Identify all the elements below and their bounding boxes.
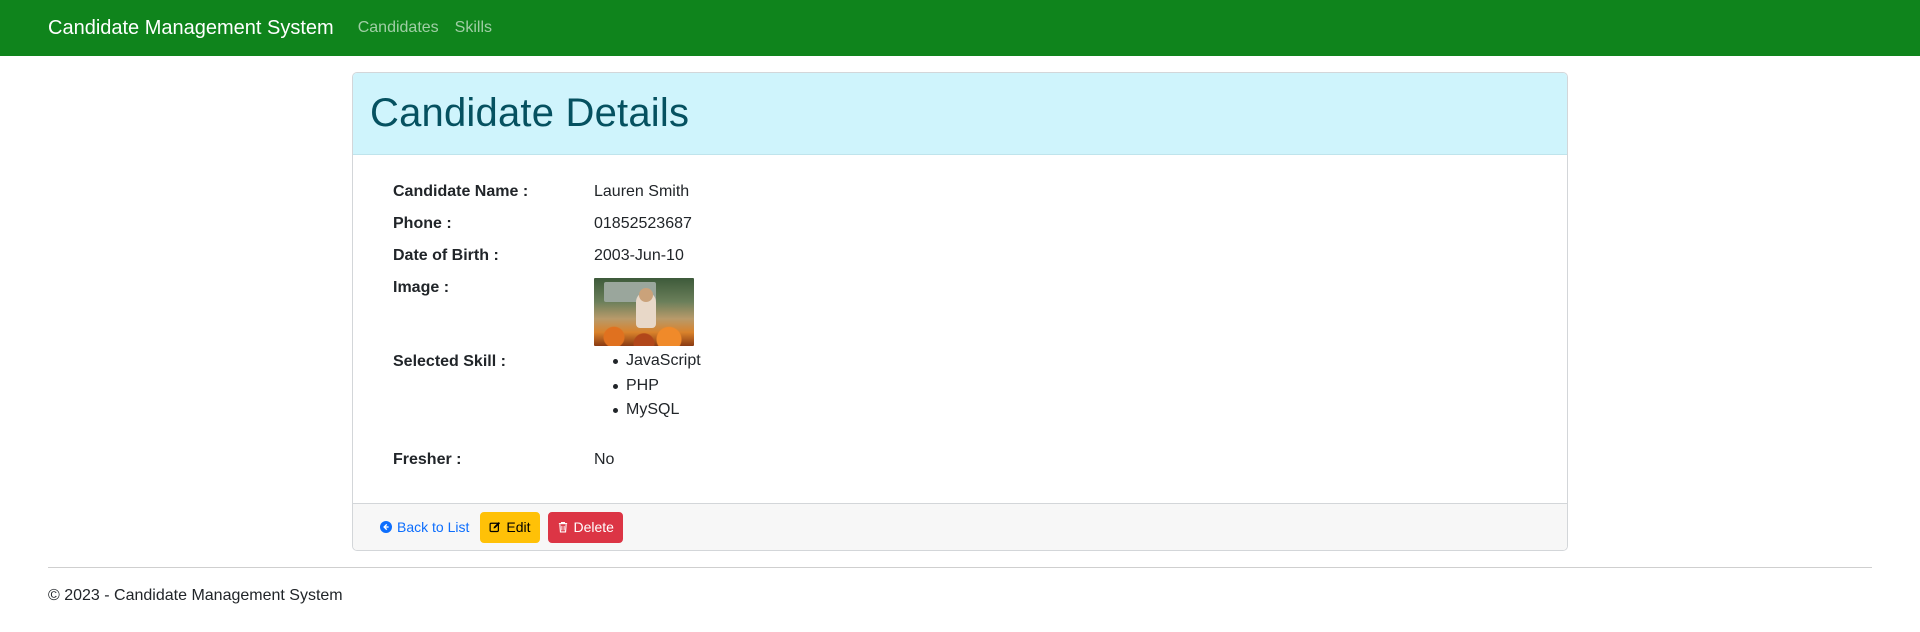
edit-button[interactable]: Edit xyxy=(480,511,540,543)
name-value: Lauren Smith xyxy=(594,183,690,200)
delete-button[interactable]: Delete xyxy=(547,511,623,543)
phone-row: Phone : 01852523687 xyxy=(393,215,692,233)
skills-row: Selected Skill : JavaScript PHP MySQL xyxy=(393,352,701,423)
card-body: Candidate Name : Lauren Smith Phone : 01… xyxy=(353,155,1567,504)
navbar: Candidate Management System Candidates S… xyxy=(0,0,1920,56)
card-footer: Back to List Edit Delete xyxy=(353,503,1567,550)
list-item: MySQL xyxy=(613,398,701,423)
phone-value: 01852523687 xyxy=(594,215,692,232)
fresher-label: Fresher : xyxy=(393,451,462,468)
footer-copyright: © 2023 - Candidate Management System xyxy=(48,587,343,604)
image-label: Image : xyxy=(393,279,450,296)
candidate-photo xyxy=(594,278,694,346)
nav-link-skills[interactable]: Skills xyxy=(455,19,492,37)
edit-label: Edit xyxy=(506,519,531,535)
dob-value: 2003-Jun-10 xyxy=(594,247,684,264)
list-item: JavaScript xyxy=(613,349,701,374)
brand-link[interactable]: Candidate Management System xyxy=(48,17,334,40)
list-item: PHP xyxy=(613,374,701,399)
trash-icon xyxy=(558,521,567,533)
page-title: Candidate Details xyxy=(370,91,690,135)
skills-list: JavaScript PHP MySQL xyxy=(613,349,701,423)
name-label: Candidate Name : xyxy=(393,183,529,200)
dob-row: Date of Birth : 2003-Jun-10 xyxy=(393,247,684,265)
name-row: Candidate Name : Lauren Smith xyxy=(393,183,689,201)
fresher-value: No xyxy=(594,451,615,468)
dob-label: Date of Birth : xyxy=(393,247,499,264)
candidate-photo-image xyxy=(594,278,694,346)
candidate-details-card: Candidate Details Candidate Name : Laure… xyxy=(352,72,1568,551)
arrow-circle-left-icon xyxy=(380,521,392,533)
footer-divider xyxy=(48,567,1872,568)
delete-label: Delete xyxy=(573,519,614,535)
back-to-list-link[interactable]: Back to List xyxy=(378,512,471,542)
image-row: Image : xyxy=(393,278,694,346)
fresher-row: Fresher : No xyxy=(393,451,614,469)
phone-label: Phone : xyxy=(393,215,452,232)
back-to-list-label: Back to List xyxy=(397,519,470,535)
card-header: Candidate Details xyxy=(353,73,1567,155)
nav-link-candidates[interactable]: Candidates xyxy=(358,19,439,37)
pencil-square-icon xyxy=(489,521,501,533)
skills-label: Selected Skill : xyxy=(393,353,506,370)
